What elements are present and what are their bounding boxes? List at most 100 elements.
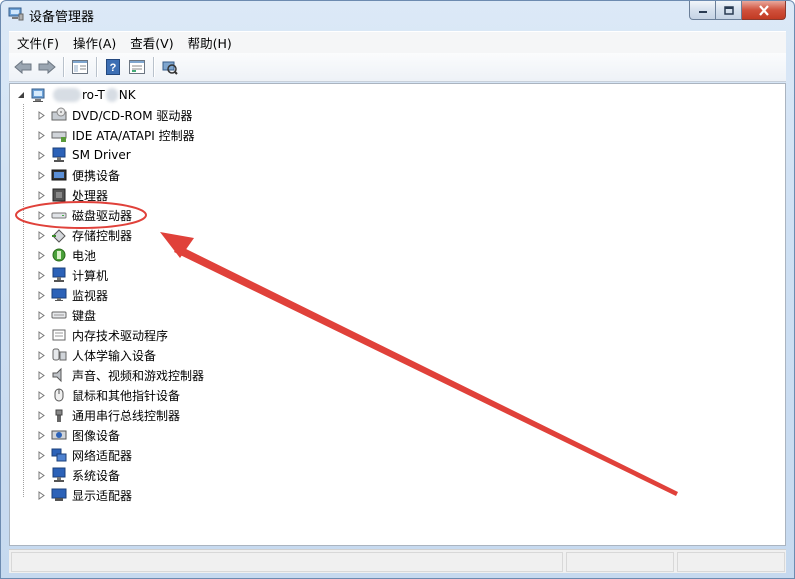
toolbar-separator [63,57,64,77]
maximize-icon [723,5,734,15]
expand-arrow-icon[interactable] [36,250,46,260]
tree-root-node[interactable]: ro-T NK [16,85,136,105]
collapse-arrow-icon[interactable] [16,90,26,100]
network-adapter-icon [51,447,67,463]
scan-hardware-button[interactable] [159,56,181,78]
forward-button[interactable] [36,56,58,78]
keyboard-icon [51,307,67,323]
tree-item-label: 系统设备 [72,468,121,483]
back-button[interactable] [12,56,34,78]
help-button[interactable]: ? [102,56,124,78]
status-segment [566,552,674,572]
tree-item-label: 电池 [72,248,97,263]
menu-help[interactable]: 帮助(H) [180,33,238,52]
expand-arrow-icon[interactable] [36,270,46,280]
expand-arrow-icon[interactable] [36,330,46,340]
help-icon: ? [106,59,120,75]
processor-icon [51,187,67,203]
tree-item-device-category[interactable]: 处理器 [36,185,108,205]
tree-item-device-category[interactable]: SM Driver [36,145,131,165]
tree-item-device-category[interactable]: 通用串行总线控制器 [36,405,180,425]
update-driver-icon [129,60,145,74]
computer-root-icon [31,87,47,103]
tree-item-device-category[interactable]: DVD/CD-ROM 驱动器 [36,105,192,125]
device-manager-icon [8,7,24,21]
tree-item-label: 鼠标和其他指针设备 [72,388,181,403]
tree-item-device-category[interactable]: 磁盘驱动器 [36,205,132,225]
expand-arrow-icon[interactable] [36,210,46,220]
sm-driver-icon [51,147,67,163]
display-adapter-icon [51,487,67,503]
tree-item-device-category[interactable]: 便携设备 [36,165,120,185]
expand-arrow-icon[interactable] [36,230,46,240]
tree-item-device-category[interactable]: 网络适配器 [36,445,132,465]
status-bar [9,549,786,573]
tree-item-label: 声音、视频和游戏控制器 [72,368,205,383]
tree-item-device-category[interactable]: 声音、视频和游戏控制器 [36,365,204,385]
redacted-text [105,88,118,103]
title-bar[interactable]: 设备管理器 [1,1,794,29]
tree-item-device-category[interactable]: 图像设备 [36,425,120,445]
tree-item-label: 通用串行总线控制器 [72,408,181,423]
tree-item-device-category[interactable]: 电池 [36,245,96,265]
computer-icon [51,267,67,283]
tree-item-label: 存储控制器 [72,228,133,243]
tree-item-label: 便携设备 [72,168,121,183]
expand-arrow-icon[interactable] [36,170,46,180]
expand-arrow-icon[interactable] [36,350,46,360]
tree-item-device-category[interactable]: 显示适配器 [36,485,132,505]
expand-arrow-icon[interactable] [36,290,46,300]
expand-arrow-icon[interactable] [36,430,46,440]
expand-arrow-icon[interactable] [36,310,46,320]
battery-icon [51,247,67,263]
portable-device-icon [51,167,67,183]
dvd-drive-icon [51,107,67,123]
back-arrow-icon [14,60,32,74]
tree-item-device-category[interactable]: 系统设备 [36,465,120,485]
usb-icon [51,407,67,423]
properties-button[interactable] [126,56,148,78]
tree-item-device-category[interactable]: 监视器 [36,285,108,305]
tree-item-device-category[interactable]: 键盘 [36,305,96,325]
menu-action[interactable]: 操作(A) [65,33,122,52]
close-icon [758,4,769,16]
tree-item-device-category[interactable]: 鼠标和其他指针设备 [36,385,180,405]
expand-arrow-icon[interactable] [36,490,46,500]
tree-item-label: 监视器 [72,288,109,303]
expand-arrow-icon[interactable] [36,370,46,380]
disk-drive-icon [51,207,67,223]
expand-arrow-icon[interactable] [36,410,46,420]
tree-item-device-category[interactable]: IDE ATA/ATAPI 控制器 [36,125,195,145]
tree-item-label: 磁盘驱动器 [72,208,133,223]
expand-arrow-icon[interactable] [36,110,46,120]
expand-arrow-icon[interactable] [36,130,46,140]
expand-arrow-icon[interactable] [36,150,46,160]
tree-item-device-category[interactable]: 内存技术驱动程序 [36,325,168,345]
scan-hardware-icon [162,61,178,75]
tree-item-label: 内存技术驱动程序 [72,328,169,343]
expand-arrow-icon[interactable] [36,470,46,480]
menu-file[interactable]: 文件(F) [9,33,65,52]
status-segment [11,552,563,572]
expand-arrow-icon[interactable] [36,390,46,400]
window-title: 设备管理器 [29,10,95,25]
show-hide-tree-button[interactable] [69,56,91,78]
minimize-button[interactable] [689,1,716,20]
toolbar: ? [9,53,786,82]
tree-item-device-category[interactable]: 存储控制器 [36,225,132,245]
tree-item-device-category[interactable]: 人体学输入设备 [36,345,156,365]
minimize-icon [698,11,707,13]
expand-arrow-icon[interactable] [36,190,46,200]
toolbar-separator [153,57,154,77]
close-button[interactable] [742,1,786,20]
tree-item-label: 显示适配器 [72,488,133,503]
device-tree-panel[interactable]: ro-T NK DVD/CD-ROM 驱动器 IDE ATA/ATAPI 控制器 SM… [9,83,786,546]
menu-view[interactable]: 查看(V) [122,33,179,52]
storage-controller-icon [51,227,67,243]
maximize-button[interactable] [716,1,742,20]
hid-icon [51,347,67,363]
forward-arrow-icon [38,60,56,74]
tree-item-device-category[interactable]: 计算机 [36,265,108,285]
expand-arrow-icon[interactable] [36,450,46,460]
root-computer-label: ro-T NK [52,88,136,103]
